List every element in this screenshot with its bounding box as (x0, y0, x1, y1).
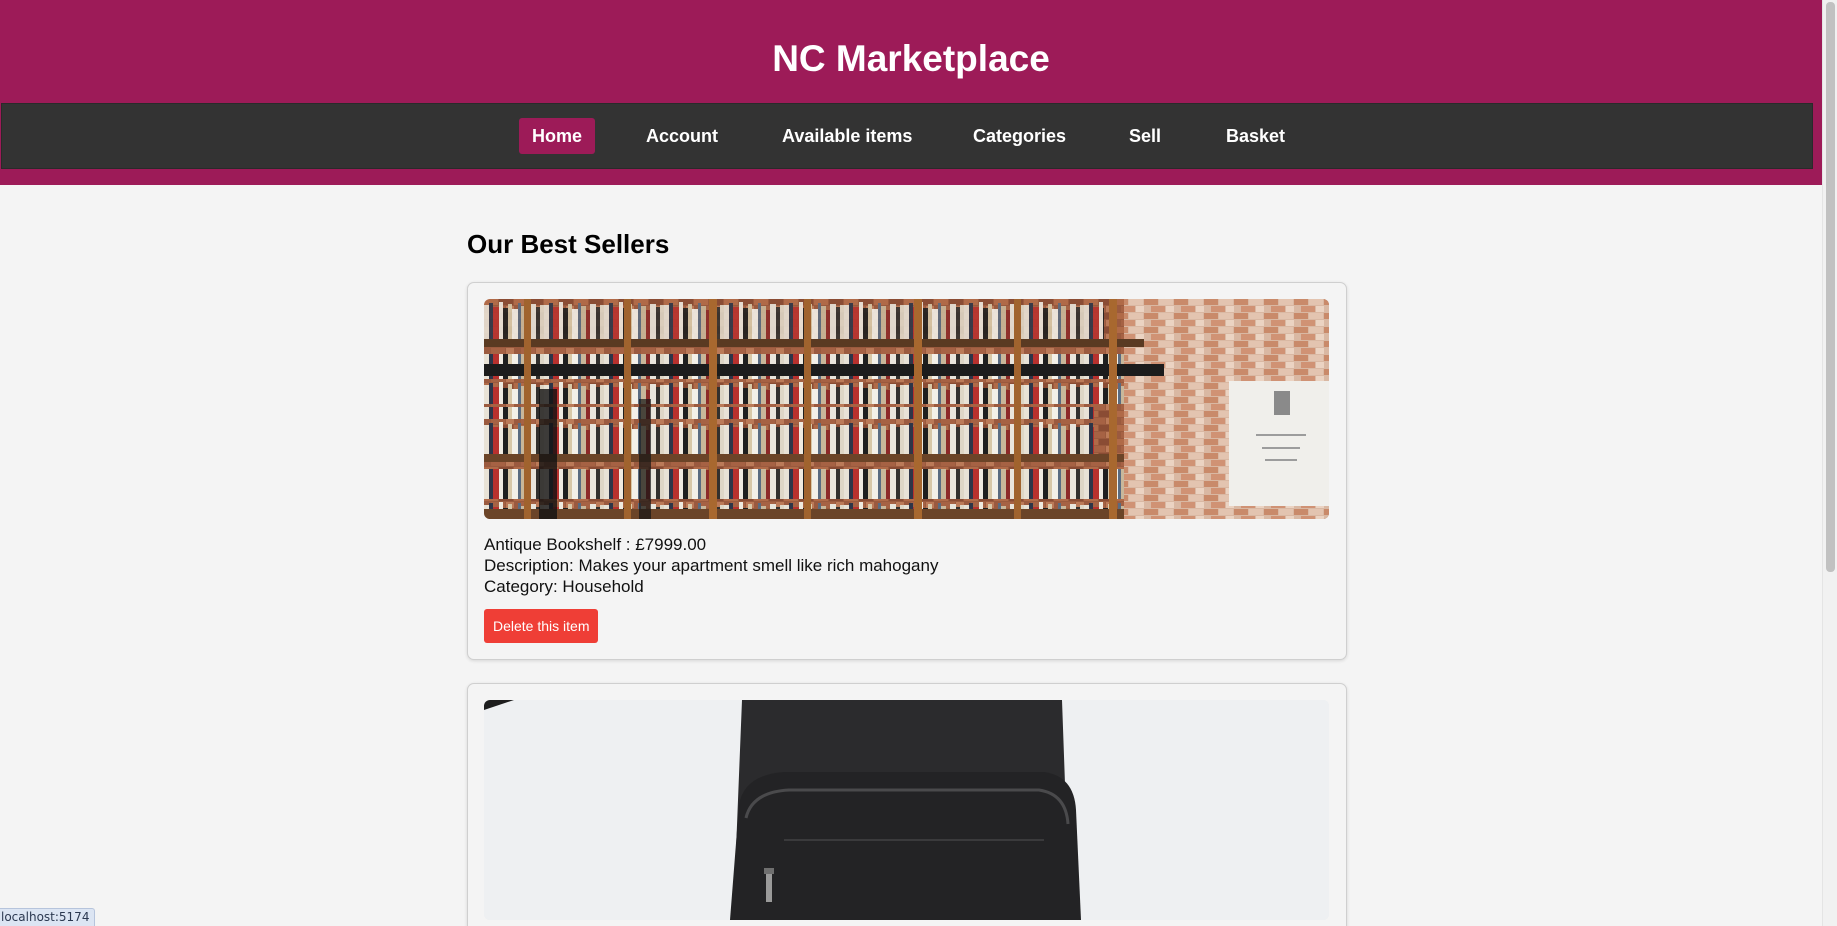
nav-account[interactable]: Account (633, 118, 731, 154)
scrollbar-thumb[interactable] (1826, 2, 1835, 572)
item-card: Antique Bookshelf : £7999.00 Description… (467, 282, 1347, 660)
main-nav: Home Account Available items Categories … (1, 103, 1813, 169)
item-card (467, 683, 1347, 926)
item-category: Category: Household (484, 577, 644, 596)
nav-home[interactable]: Home (519, 118, 596, 154)
section-title: Our Best Sellers (467, 229, 670, 259)
item-details: Antique Bookshelf : £7999.00 Description… (484, 534, 938, 597)
site-title: NC Marketplace (772, 38, 1050, 79)
browser-viewport: NC Marketplace Home Account Available it… (0, 0, 1837, 926)
nav-categories[interactable]: Categories (960, 118, 1079, 154)
nav-basket[interactable]: Basket (1213, 118, 1298, 154)
page-scrollbar[interactable] (1822, 0, 1837, 926)
delete-item-button[interactable]: Delete this item (484, 609, 599, 643)
item-title-price: Antique Bookshelf : £7999.00 (484, 535, 707, 554)
site-header: NC Marketplace Home Account Available it… (0, 0, 1822, 185)
bookshelf-image (484, 299, 1329, 519)
page: NC Marketplace Home Account Available it… (0, 0, 1822, 926)
link-status-url: localhost:5174 (0, 908, 96, 926)
item-description: Description: Makes your apartment smell … (484, 556, 939, 575)
backpack-image (484, 700, 1329, 920)
nav-sell[interactable]: Sell (1116, 118, 1174, 154)
nav-available-items[interactable]: Available items (769, 118, 925, 154)
